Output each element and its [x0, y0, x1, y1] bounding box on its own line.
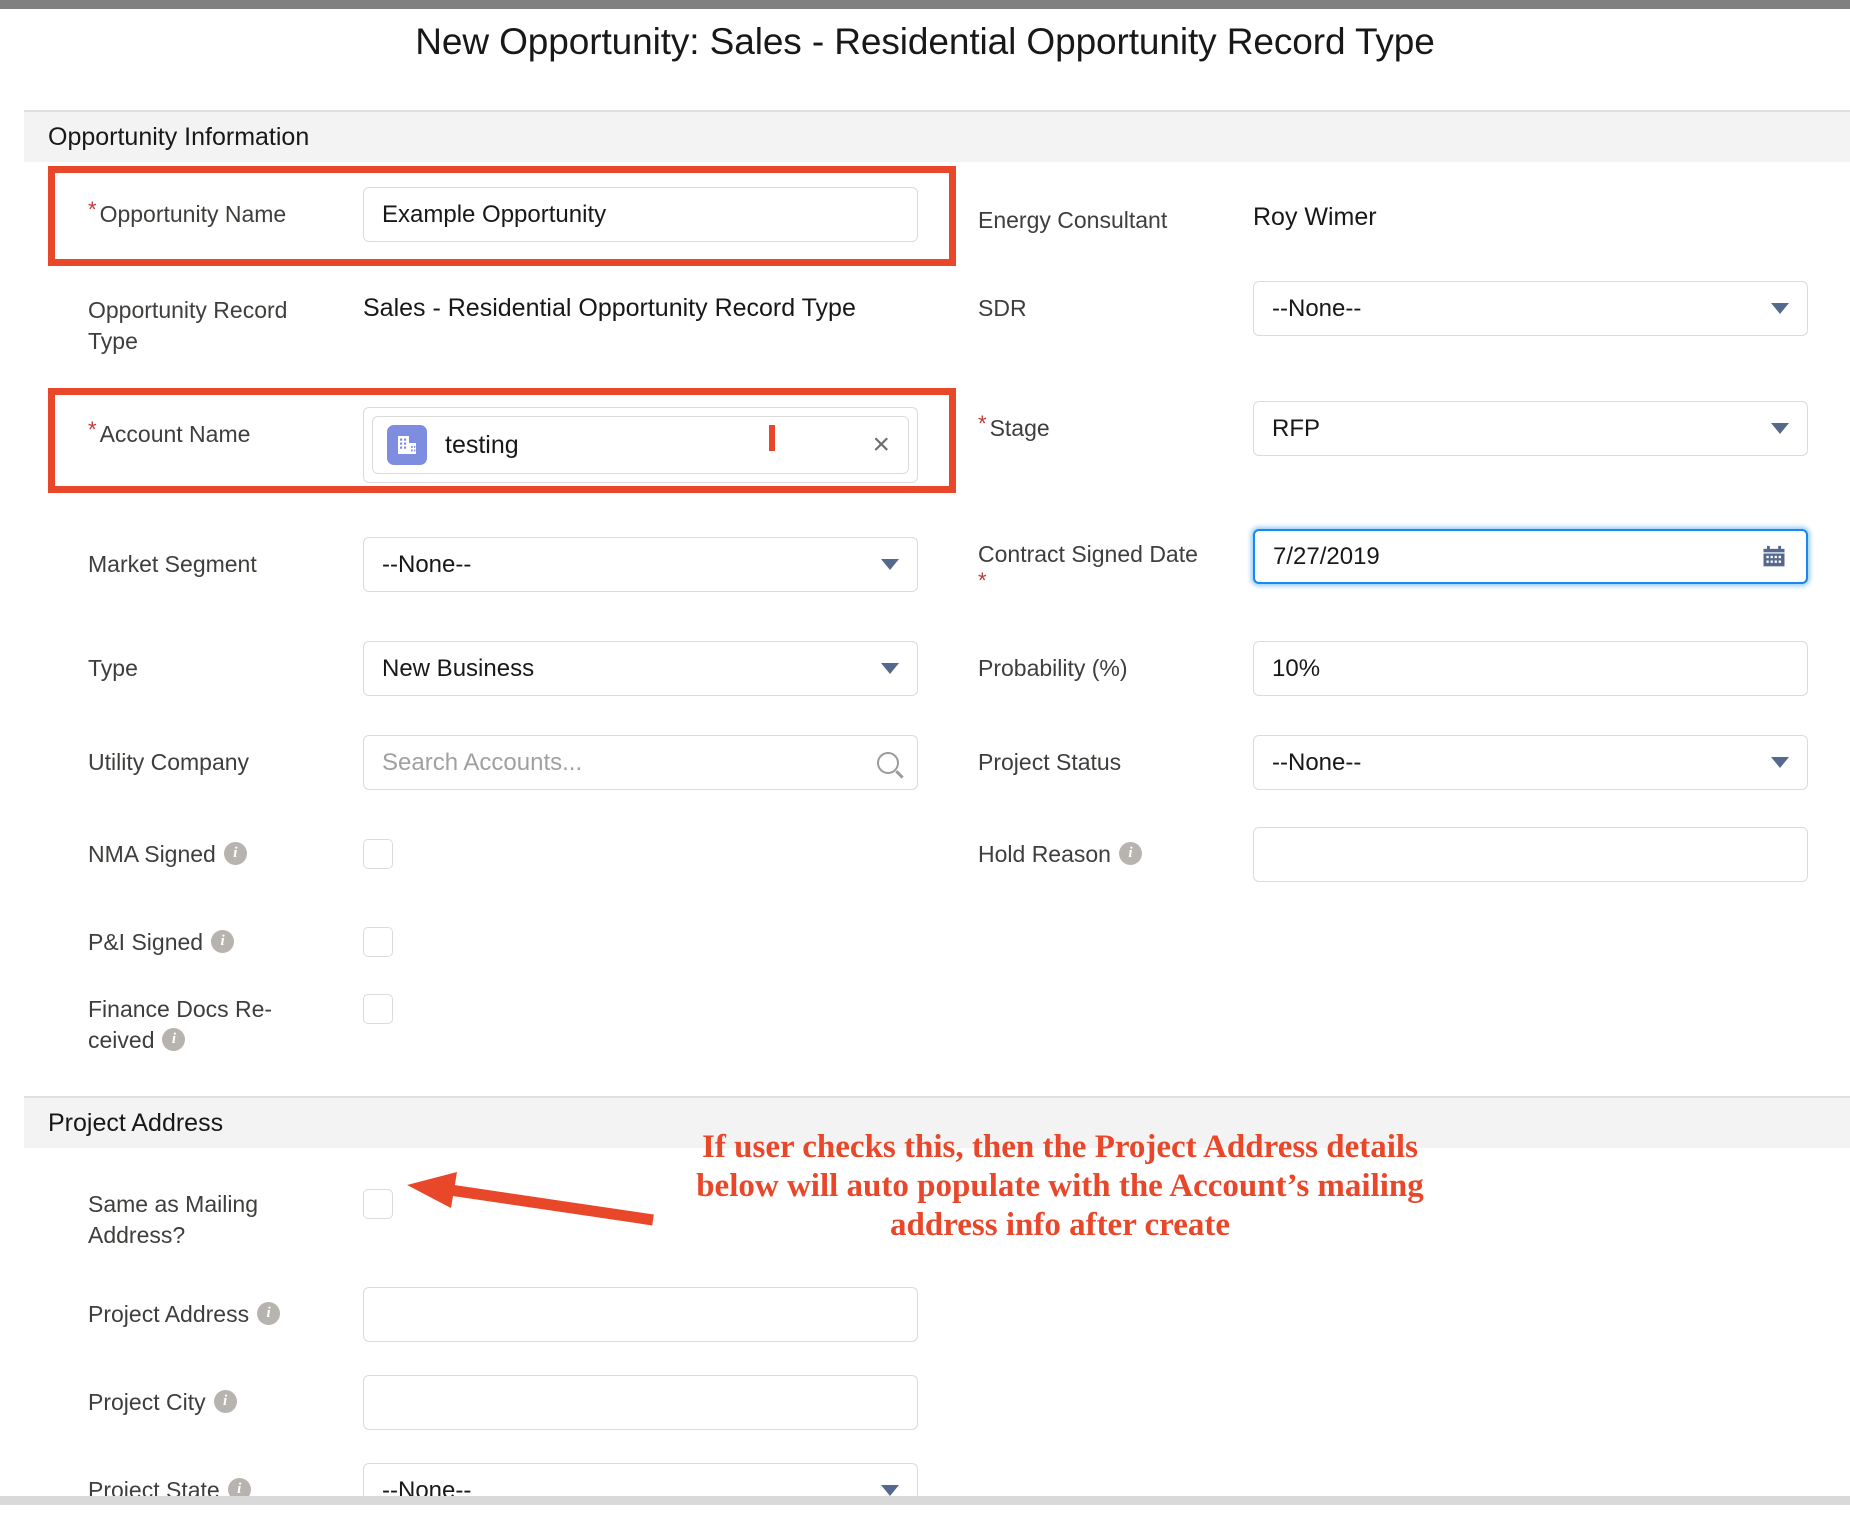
field-stage: *Stage RFP — [978, 401, 1838, 456]
opportunity-record-type-value: Sales - Residential Opportunity Record T… — [363, 292, 883, 326]
field-label-finance-docs-received: Finance Docs Re- ceivedi — [88, 984, 363, 1055]
section-header-opportunity-information: Opportunity Information — [24, 110, 1850, 162]
field-project-city: Project Cityi — [88, 1375, 948, 1430]
sdr-select[interactable]: --None-- — [1253, 281, 1808, 336]
account-building-icon — [387, 425, 427, 465]
opportunity-name-input[interactable]: Example Opportunity — [363, 187, 918, 242]
probability-value: 10% — [1272, 655, 1320, 683]
window-bottom-chrome-bar — [0, 1496, 1850, 1505]
field-probability: Probability (%) 10% — [978, 641, 1838, 696]
field-label-market-segment: Market Segment — [88, 537, 363, 580]
info-icon[interactable]: i — [211, 930, 234, 953]
required-asterisk: * — [88, 417, 97, 442]
stage-value: RFP — [1272, 415, 1320, 443]
field-account-name: *Account Name — [88, 407, 948, 483]
required-asterisk: * — [978, 570, 1250, 592]
type-value: New Business — [382, 655, 534, 683]
required-asterisk: * — [88, 197, 97, 222]
project-status-value: --None-- — [1272, 749, 1361, 777]
field-label-energy-consultant: Energy Consultant — [978, 201, 1253, 236]
section-header-label: Opportunity Information — [48, 123, 309, 152]
field-label-opportunity-name: *Opportunity Name — [88, 187, 363, 230]
field-label-hold-reason: Hold Reasoni — [978, 827, 1253, 870]
info-icon[interactable]: i — [162, 1028, 185, 1051]
required-asterisk: * — [978, 411, 987, 436]
field-opportunity-record-type: Opportunity Record Type Sales - Resident… — [88, 292, 948, 356]
field-contract-signed-date: Contract Signed Date * 7/27/2019 — [978, 529, 1838, 592]
chevron-down-icon — [881, 663, 899, 674]
field-label-account-name: *Account Name — [88, 407, 363, 450]
same-as-mailing-address-checkbox[interactable] — [363, 1189, 393, 1219]
field-label-sdr: SDR — [978, 281, 1253, 324]
field-nma-signed: NMA Signedi — [88, 827, 948, 870]
callout-annotation-text: If user checks this, then the Project Ad… — [560, 1128, 1560, 1245]
info-icon[interactable]: i — [224, 842, 247, 865]
field-opportunity-name: *Opportunity Name Example Opportunity — [88, 187, 948, 242]
finance-docs-received-checkbox[interactable] — [363, 994, 393, 1024]
utility-company-placeholder: Search Accounts... — [382, 749, 582, 777]
project-city-input[interactable] — [363, 1375, 918, 1430]
field-label-project-city: Project Cityi — [88, 1375, 363, 1418]
field-label-pi-signed: P&I Signedi — [88, 915, 363, 958]
sdr-value: --None-- — [1272, 295, 1361, 323]
field-label-type: Type — [88, 641, 363, 684]
field-label-project-status: Project Status — [978, 735, 1253, 778]
page-title: New Opportunity: Sales - Residential Opp… — [0, 21, 1850, 63]
market-segment-value: --None-- — [382, 551, 471, 579]
type-select[interactable]: New Business — [363, 641, 918, 696]
pi-signed-checkbox[interactable] — [363, 927, 393, 957]
field-energy-consultant: Energy Consultant Roy Wimer — [978, 201, 1838, 236]
field-label-same-as-mailing-address: Same as Mailing Address? — [88, 1185, 363, 1250]
field-label-probability: Probability (%) — [978, 641, 1253, 684]
chevron-down-icon — [1771, 423, 1789, 434]
market-segment-select[interactable]: --None-- — [363, 537, 918, 592]
contract-signed-date-value: 7/27/2019 — [1273, 543, 1380, 571]
contract-signed-date-input[interactable]: 7/27/2019 — [1253, 529, 1808, 584]
field-label-project-address: Project Addressi — [88, 1287, 363, 1330]
field-finance-docs-received: Finance Docs Re- ceivedi — [88, 984, 948, 1055]
field-utility-company: Utility Company Search Accounts... — [88, 735, 948, 790]
field-project-address: Project Addressi — [88, 1287, 948, 1342]
search-icon[interactable] — [877, 752, 899, 774]
project-status-select[interactable]: --None-- — [1253, 735, 1808, 790]
field-label-opportunity-record-type: Opportunity Record Type — [88, 292, 363, 356]
chevron-down-icon — [881, 1485, 899, 1496]
section-header-label: Project Address — [48, 1109, 223, 1138]
field-label-contract-signed-date: Contract Signed Date * — [978, 529, 1253, 592]
chevron-down-icon — [1771, 303, 1789, 314]
probability-input[interactable]: 10% — [1253, 641, 1808, 696]
clear-account-icon[interactable]: × — [872, 430, 890, 460]
window-top-chrome-bar — [0, 0, 1850, 9]
field-sdr: SDR --None-- — [978, 281, 1838, 336]
calendar-icon[interactable] — [1760, 543, 1788, 571]
new-opportunity-modal: New Opportunity: Sales - Residential Opp… — [0, 9, 1850, 1505]
energy-consultant-value: Roy Wimer — [1253, 201, 1377, 235]
info-icon[interactable]: i — [214, 1390, 237, 1413]
opportunity-name-value: Example Opportunity — [382, 201, 606, 229]
info-icon[interactable]: i — [1119, 842, 1142, 865]
field-label-utility-company: Utility Company — [88, 735, 363, 778]
account-name-value: testing — [445, 431, 519, 460]
field-type: Type New Business — [88, 641, 948, 696]
stage-select[interactable]: RFP — [1253, 401, 1808, 456]
account-name-pill[interactable]: testing × — [372, 416, 909, 474]
field-label-nma-signed: NMA Signedi — [88, 827, 363, 870]
field-project-status: Project Status --None-- — [978, 735, 1838, 790]
field-hold-reason: Hold Reasoni — [978, 827, 1838, 882]
nma-signed-checkbox[interactable] — [363, 839, 393, 869]
chevron-down-icon — [1771, 757, 1789, 768]
chevron-down-icon — [881, 559, 899, 570]
field-pi-signed: P&I Signedi — [88, 915, 948, 958]
project-address-input[interactable] — [363, 1287, 918, 1342]
field-market-segment: Market Segment --None-- — [88, 537, 948, 592]
text-cursor-indicator — [769, 425, 775, 451]
field-label-stage: *Stage — [978, 401, 1253, 444]
hold-reason-input[interactable] — [1253, 827, 1808, 882]
account-name-lookup[interactable]: testing × — [363, 407, 918, 483]
utility-company-search-input[interactable]: Search Accounts... — [363, 735, 918, 790]
info-icon[interactable]: i — [257, 1302, 280, 1325]
